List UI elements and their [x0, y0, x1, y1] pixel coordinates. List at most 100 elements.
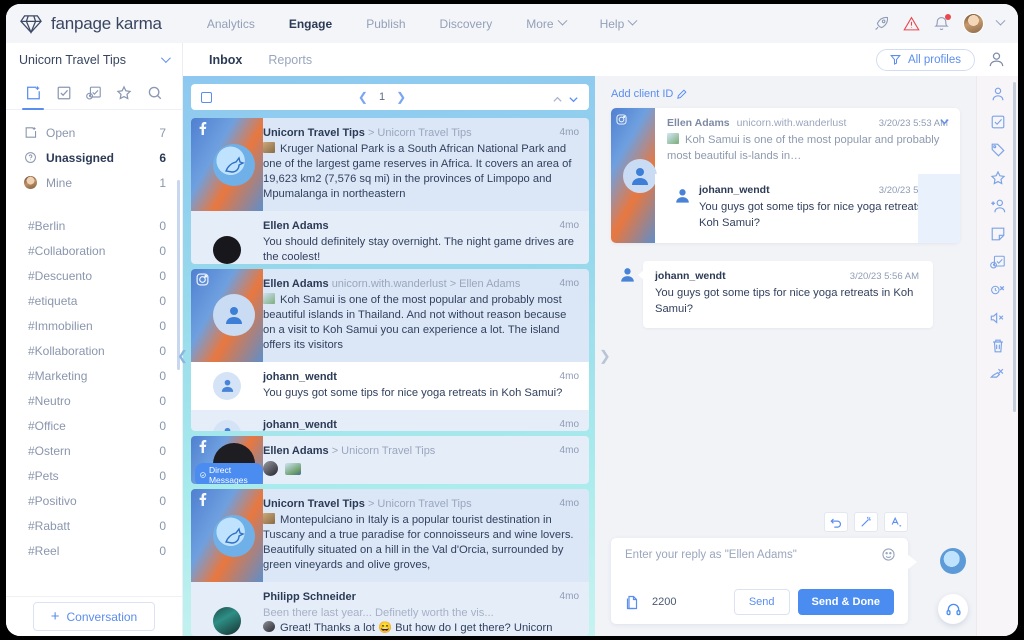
message-body: Philipp Schneider Been there last year..…: [263, 591, 579, 636]
message-body: Unicorn Travel Tips > Unicorn Travel Tip…: [263, 127, 579, 202]
reply-input-container[interactable]: Enter your reply as "Ellen Adams" 2200 S…: [611, 538, 908, 624]
avatar[interactable]: [963, 13, 984, 34]
list-item[interactable]: johann_wendt Amazing beach! 😍 Would love…: [191, 410, 589, 431]
prev-page-button[interactable]: ❮: [358, 90, 368, 104]
sidebar-item-tag[interactable]: #Berlin0: [6, 213, 182, 238]
send-and-done-button[interactable]: Send & Done: [798, 589, 894, 615]
list-item[interactable]: Unicorn Travel Tips > Unicorn Travel Tip…: [191, 489, 589, 582]
profile-selector[interactable]: Unicorn Travel Tips: [6, 43, 183, 76]
add-client-id-label: Add client ID: [611, 88, 673, 100]
headset-icon[interactable]: [938, 594, 968, 624]
bell-icon[interactable]: [933, 15, 950, 32]
warning-triangle-icon[interactable]: [903, 15, 920, 32]
emoji-icon[interactable]: [882, 548, 895, 561]
document-icon[interactable]: [625, 595, 639, 610]
sidebar-item-tag[interactable]: #etiqueta0: [6, 288, 182, 313]
chevron-down-icon[interactable]: [996, 16, 1006, 26]
note-icon[interactable]: [990, 226, 1006, 242]
new-conversation-button[interactable]: + Conversation: [33, 602, 155, 631]
nav-item-help[interactable]: Help: [583, 17, 654, 31]
message-bubble[interactable]: johann_wendt 3/20/23 5:56 AM You guys go…: [643, 261, 933, 328]
message-timestamp: 4mo: [560, 371, 579, 382]
sidebar-item-tag[interactable]: #Pets0: [6, 463, 182, 488]
delete-icon[interactable]: [990, 338, 1006, 354]
sidebar-item-tag[interactable]: #Descuento0: [6, 263, 182, 288]
list-item[interactable]: Ellen Adams unicorn.with.wanderlust > El…: [191, 269, 589, 362]
reply-input[interactable]: Enter your reply as "Ellen Adams": [625, 549, 894, 583]
starred-icon[interactable]: [116, 85, 132, 101]
snoozed-icon[interactable]: [86, 85, 102, 101]
nav-item-discovery[interactable]: Discovery: [423, 17, 510, 31]
message-timestamp: 4mo: [560, 498, 579, 509]
sidebar-scrollbar[interactable]: [177, 180, 180, 370]
sidebar-item-tag[interactable]: #Ostern0: [6, 438, 182, 463]
sidebar-item-open[interactable]: Open 7: [6, 120, 182, 145]
undo-icon[interactable]: [824, 512, 848, 532]
sidebar-tag-count: 0: [159, 494, 166, 508]
send-button[interactable]: Send: [734, 589, 790, 615]
unicorn-avatar[interactable]: [940, 548, 966, 574]
next-page-button[interactable]: ❯: [396, 90, 406, 104]
sidebar-item-tag[interactable]: #Immobilien0: [6, 313, 182, 338]
add-user-icon[interactable]: [990, 198, 1006, 214]
sidebar-item-tag[interactable]: #Marketing0: [6, 363, 182, 388]
message-body: Ellen Adams You should definitely stay o…: [263, 220, 579, 264]
thread-item[interactable]: Direct Messages Ellen Adams > Unicorn Tr…: [191, 436, 589, 484]
sidebar-tag-label: #Berlin: [28, 219, 159, 233]
sidebar-list: Open 7 Unassigned 6 Mi: [6, 110, 182, 596]
list-item[interactable]: johann_wendt You guys got some tips for …: [191, 362, 589, 410]
star-icon[interactable]: [990, 170, 1006, 186]
rocket-icon[interactable]: [873, 15, 890, 32]
list-item[interactable]: Philipp Schneider Been there last year..…: [191, 582, 589, 636]
direct-messages-badge: Direct Messages: [195, 463, 263, 484]
chevron-up-icon[interactable]: [552, 92, 563, 103]
thread-item[interactable]: Unicorn Travel Tips > Unicorn Travel Tip…: [191, 118, 589, 264]
list-item[interactable]: Direct Messages Ellen Adams > Unicorn Tr…: [191, 436, 589, 484]
done-icon[interactable]: [56, 85, 72, 101]
nav-item-engage[interactable]: Engage: [272, 17, 349, 31]
tab-reports[interactable]: Reports: [255, 53, 325, 67]
select-all-checkbox[interactable]: [201, 92, 212, 103]
mark-done-icon[interactable]: [990, 114, 1006, 130]
user-settings-icon[interactable]: [987, 50, 1006, 69]
thread-item[interactable]: Ellen Adams unicorn.with.wanderlust > El…: [191, 269, 589, 431]
sidebar-item-tag[interactable]: #Reel0: [6, 538, 182, 563]
sidebar-item-unassigned[interactable]: Unassigned 6: [6, 145, 182, 170]
search-icon[interactable]: [147, 85, 163, 101]
snooze-icon[interactable]: [990, 254, 1006, 270]
nav-item-analytics[interactable]: Analytics: [190, 17, 272, 31]
open-inbox-icon[interactable]: [25, 85, 41, 101]
post-text: Koh Samui is one of the most popular and…: [667, 133, 948, 164]
nav-item-publish[interactable]: Publish: [349, 17, 422, 31]
sidebar-item-tag[interactable]: #Neutro0: [6, 388, 182, 413]
unsnooze-icon[interactable]: [990, 282, 1006, 298]
list-item[interactable]: Unicorn Travel Tips > Unicorn Travel Tip…: [191, 118, 589, 211]
tab-inbox[interactable]: Inbox: [196, 53, 255, 67]
tag-icon[interactable]: [990, 142, 1006, 158]
sidebar-item-tag[interactable]: #Collaboration0: [6, 238, 182, 263]
text-format-icon[interactable]: [884, 512, 908, 532]
assign-user-icon[interactable]: [990, 86, 1006, 102]
sidebar-item-tag[interactable]: #Rabatt0: [6, 513, 182, 538]
post-cover-image: [191, 118, 263, 211]
sidebar-item-tag[interactable]: #Positivo0: [6, 488, 182, 513]
chevron-down-icon[interactable]: [568, 92, 579, 103]
expand-panel-icon[interactable]: ❯: [599, 348, 611, 365]
nav-item-more[interactable]: More: [509, 17, 582, 31]
list-item[interactable]: Ellen Adams You should definitely stay o…: [191, 211, 589, 264]
left-sidebar: Open 7 Unassigned 6 Mi: [6, 76, 183, 636]
conversation-card: Ellen Adams unicorn.with.wanderlust 3/20…: [611, 108, 960, 243]
all-profiles-filter-button[interactable]: All profiles: [876, 49, 975, 71]
add-client-id-button[interactable]: Add client ID: [611, 88, 687, 100]
mute-icon[interactable]: [990, 310, 1006, 326]
collapse-sidebar-icon[interactable]: ❮: [177, 348, 188, 364]
panel-scrollbar[interactable]: [1013, 82, 1016, 412]
brand-logo-area[interactable]: fanpage karma: [20, 14, 162, 34]
sidebar-item-tag[interactable]: #Office0: [6, 413, 182, 438]
hide-icon[interactable]: [990, 366, 1006, 382]
chevron-down-icon[interactable]: [939, 116, 950, 130]
sidebar-item-tag[interactable]: #Kollaboration0: [6, 338, 182, 363]
thread-item[interactable]: Unicorn Travel Tips > Unicorn Travel Tip…: [191, 489, 589, 636]
sidebar-item-mine[interactable]: Mine 1: [6, 170, 182, 195]
magic-wand-icon[interactable]: [854, 512, 878, 532]
